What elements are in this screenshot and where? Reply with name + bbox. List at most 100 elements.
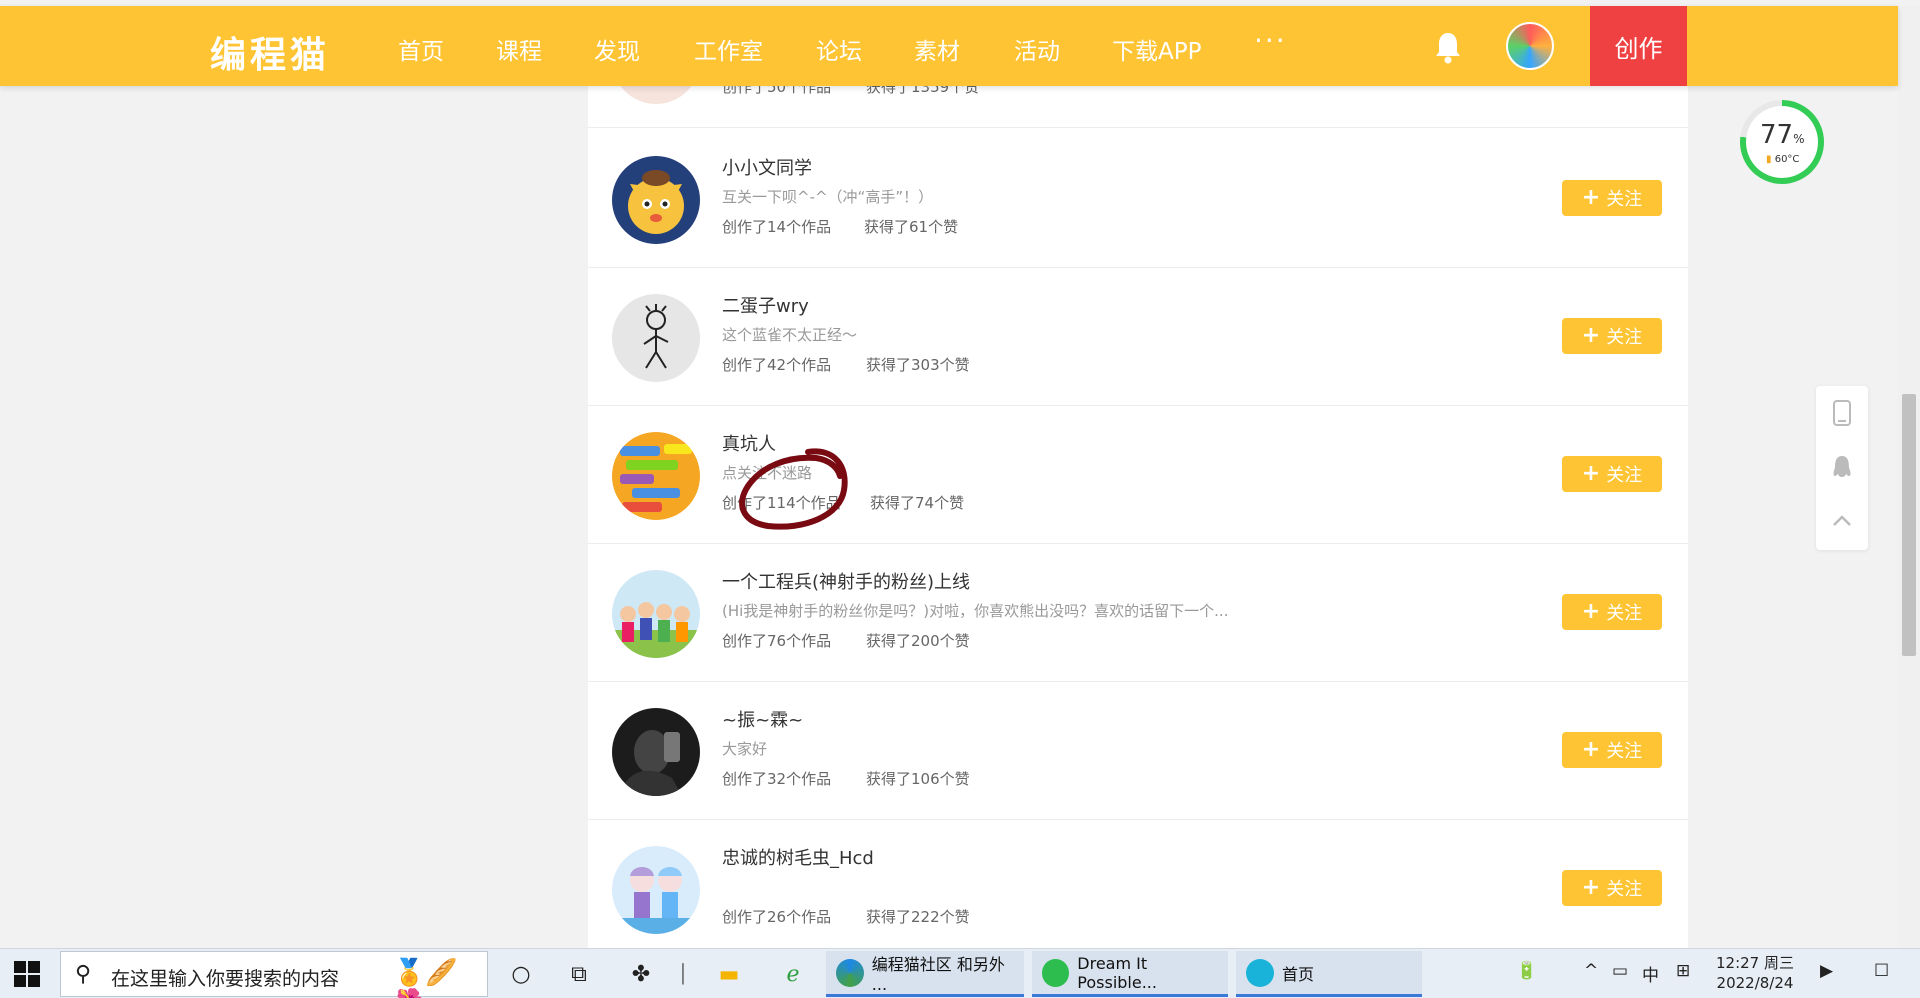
battery-status-icon[interactable]: 🔋 [1516, 961, 1537, 981]
taskbar-search-box[interactable]: ⚲ 在这里输入你要搜索的内容 🏅🥖🌺 [60, 951, 488, 998]
ime-mode-icon[interactable]: ⊞ [1676, 961, 1690, 981]
plus-icon: + [1581, 737, 1601, 762]
works-count: 创作了14个作品 [722, 218, 832, 236]
user-avatar-image[interactable] [612, 432, 700, 520]
user-list: 创作了50个作品 获得了1359个赞 小小文同学 互关一下呗^-^（冲“高手”！… [588, 86, 1688, 948]
show-desktop-icon[interactable]: ▶ [1820, 961, 1833, 981]
nav-download-app[interactable]: 下载APP [1112, 32, 1201, 66]
top-nav-bar: 编程猫 首页 课程 发现 工作室 论坛 素材 活动 下载APP ··· 创作 [0, 6, 1898, 86]
follow-button[interactable]: + 关注 [1562, 594, 1662, 630]
taskbar-app-music[interactable]: Dream It Possible... [1032, 951, 1228, 997]
plus-icon: + [1581, 323, 1601, 348]
task-view-icon[interactable]: ⧉ [564, 959, 594, 989]
cortana-icon[interactable]: ○ [506, 959, 536, 989]
home-app-icon [1246, 958, 1274, 987]
plus-icon: + [1581, 461, 1601, 486]
user-avatar-image[interactable] [612, 294, 700, 382]
side-toolbar [1816, 386, 1868, 550]
user-avatar-image[interactable] [612, 156, 700, 244]
hand-drawn-circle-annotation [739, 448, 848, 530]
list-item: 一个工程兵(神射手的粉丝)上线 (Hi我是神射手的粉丝你是吗？)对啦，你喜欢熊出… [588, 544, 1688, 682]
user-name[interactable]: 二蛋子wry [722, 292, 809, 318]
list-item: 真坑人 点关注不迷路 创作了114个作品 获得了74个赞 + 关注 [588, 406, 1688, 544]
os-taskbar: ⚲ 在这里输入你要搜索的内容 🏅🥖🌺 ○ ⧉ ✤ │ ▬ ℯ 编程猫社区 和另外… [0, 948, 1920, 998]
list-item: 忠诚的树毛虫_Hcd 创作了26个作品 获得了222个赞 + 关注 [588, 820, 1688, 948]
works-count: 创作了42个作品 [722, 356, 832, 374]
chevron-up-icon[interactable]: ^ [1584, 961, 1598, 981]
follow-button[interactable]: + 关注 [1562, 870, 1662, 906]
gauge-temperature: ▮ 60°C [1766, 154, 1800, 165]
nav-materials[interactable]: 素材 [914, 32, 960, 66]
taskbar-app-label: Dream It Possible... [1077, 953, 1157, 992]
user-avatar-image[interactable] [612, 708, 700, 796]
qq-icon[interactable] [1816, 440, 1868, 494]
works-count: 创作了76个作品 [722, 632, 832, 650]
nav-courses[interactable]: 课程 [496, 32, 542, 66]
user-name[interactable]: ~振~霖~ [722, 706, 803, 732]
search-highlight-icon: 🏅🥖🌺 [393, 958, 458, 998]
user-avatar[interactable] [1506, 22, 1554, 70]
taskbar-app-browser[interactable]: 编程猫社区 和另外 ... [826, 951, 1024, 997]
user-description: 这个蓝雀不太正经～ [722, 326, 858, 344]
follow-button[interactable]: + 关注 [1562, 318, 1662, 354]
user-name[interactable]: 小小文同学 [722, 154, 812, 180]
nav-studio[interactable]: 工作室 [694, 32, 763, 66]
create-button[interactable]: 创作 [1590, 6, 1687, 86]
likes-count: 获得了200个赞 [866, 632, 970, 650]
power-icon[interactable]: ▭ [1612, 961, 1628, 981]
search-icon: ⚲ [75, 962, 92, 987]
follow-label: 关注 [1606, 603, 1643, 624]
taskbar-search-placeholder: 在这里输入你要搜索的内容 [111, 968, 340, 990]
file-explorer-icon[interactable]: ▬ [714, 959, 744, 989]
back-to-top-icon[interactable] [1816, 494, 1868, 548]
gauge-unit: % [1793, 132, 1805, 146]
taskbar-clock[interactable]: 12:27 周三 2022/8/24 [1716, 953, 1794, 993]
likes-count: 获得了74个赞 [870, 494, 965, 512]
follow-button[interactable]: + 关注 [1562, 456, 1662, 492]
edge-icon [836, 958, 864, 987]
likes-count: 获得了61个赞 [864, 218, 959, 236]
windows-start-icon[interactable] [14, 961, 40, 987]
user-name[interactable]: 一个工程兵(神射手的粉丝)上线 [722, 568, 970, 594]
notification-center-icon[interactable]: ☐ [1874, 961, 1889, 981]
nav-activities[interactable]: 活动 [1014, 32, 1060, 66]
nav-discover[interactable]: 发现 [594, 32, 640, 66]
list-item: 小小文同学 互关一下呗^-^（冲“高手”！） 创作了14个作品 获得了61个赞 … [588, 130, 1688, 268]
list-item-partial: 创作了50个作品 获得了1359个赞 [588, 86, 1688, 128]
pinwheel-app-icon[interactable]: ✤ [626, 959, 656, 989]
site-logo[interactable]: 编程猫 [210, 26, 330, 78]
user-avatar-image[interactable] [612, 86, 700, 104]
user-description: 互关一下呗^-^（冲“高手”！） [722, 188, 934, 206]
follow-label: 关注 [1606, 465, 1643, 486]
likes-count: 获得了303个赞 [866, 356, 970, 374]
scrollbar-thumb[interactable] [1902, 394, 1916, 656]
user-description: 大家好 [722, 740, 768, 758]
taskbar-app-home[interactable]: 首页 [1236, 951, 1422, 997]
page-scrollbar[interactable] [1898, 6, 1920, 948]
plus-icon: + [1581, 599, 1601, 624]
taskbar-divider: │ [677, 963, 689, 985]
nav-home[interactable]: 首页 [398, 32, 444, 66]
follow-button[interactable]: + 关注 [1562, 732, 1662, 768]
plus-icon: + [1581, 185, 1601, 210]
ime-indicator[interactable]: 中 [1642, 961, 1659, 986]
follow-label: 关注 [1606, 189, 1643, 210]
likes-count: 获得了222个赞 [866, 908, 970, 926]
list-item: 二蛋子wry 这个蓝雀不太正经～ 创作了42个作品 获得了303个赞 + 关注 [588, 268, 1688, 406]
cpu-gauge-widget[interactable]: 77% ▮ 60°C [1740, 100, 1824, 184]
works-count: 创作了32个作品 [722, 770, 832, 788]
user-description: (Hi我是神射手的粉丝你是吗？)对啦，你喜欢熊出没吗？喜欢的话留下一个... [722, 602, 1229, 620]
nav-forum[interactable]: 论坛 [816, 32, 862, 66]
ie-browser-icon[interactable]: ℯ [778, 959, 808, 989]
user-name[interactable]: 忠诚的树毛虫_Hcd [722, 844, 874, 870]
list-item: ~振~霖~ 大家好 创作了32个作品 获得了106个赞 + 关注 [588, 682, 1688, 820]
nav-more-icon[interactable]: ··· [1254, 24, 1287, 57]
mobile-icon[interactable] [1816, 386, 1868, 440]
works-count: 创作了26个作品 [722, 908, 832, 926]
likes-count: 获得了1359个赞 [866, 86, 980, 96]
user-avatar-image[interactable] [612, 846, 700, 934]
likes-count: 获得了106个赞 [866, 770, 970, 788]
follow-button[interactable]: + 关注 [1562, 180, 1662, 216]
bell-icon[interactable] [1432, 30, 1464, 64]
user-avatar-image[interactable] [612, 570, 700, 658]
